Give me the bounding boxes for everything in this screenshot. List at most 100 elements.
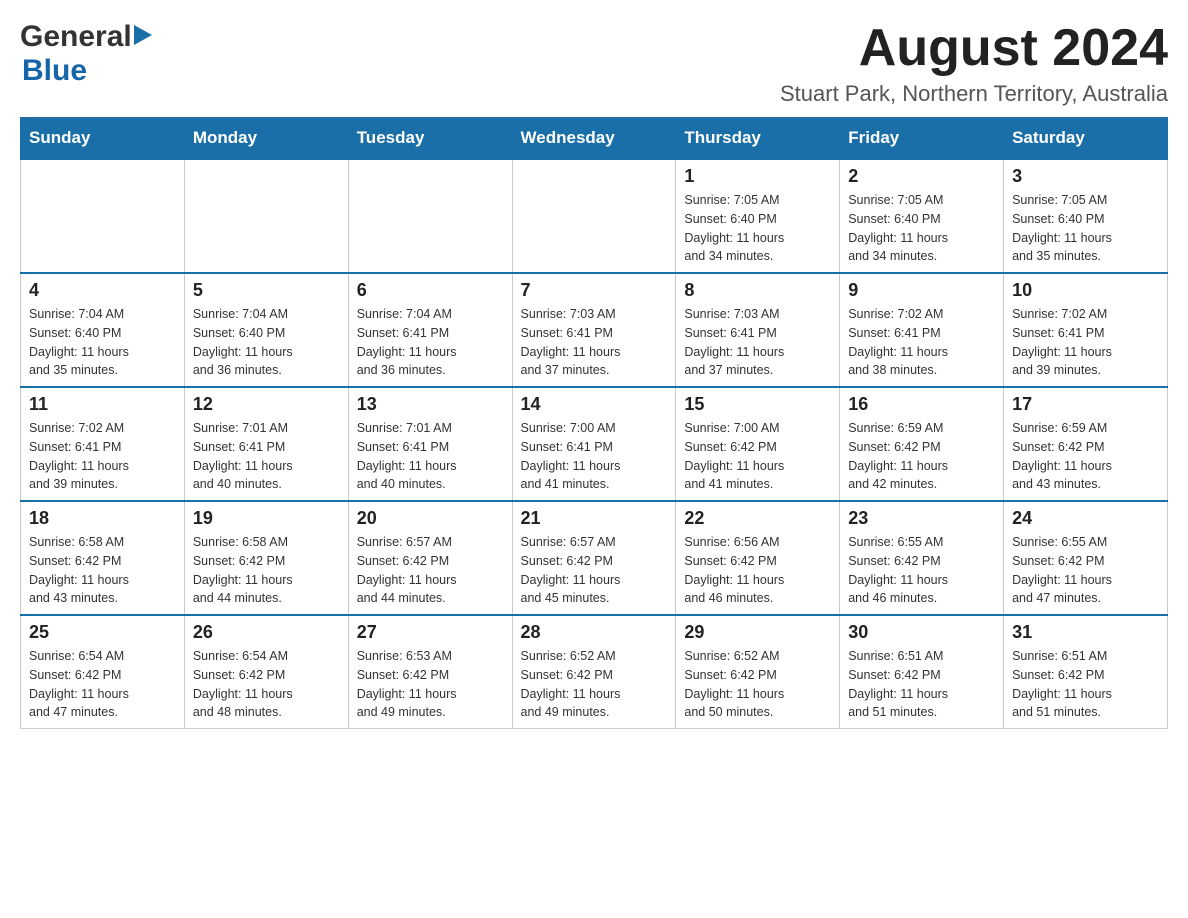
day-number: 13 [357, 394, 504, 415]
day-number: 5 [193, 280, 340, 301]
calendar-day-24: 24 Sunrise: 6:55 AMSunset: 6:42 PMDayligh… [1004, 501, 1168, 615]
calendar-day-empty-0-1 [184, 159, 348, 273]
day-number: 24 [1012, 508, 1159, 529]
calendar-day-27: 27 Sunrise: 6:53 AMSunset: 6:42 PMDayligh… [348, 615, 512, 729]
day-info: Sunrise: 7:02 AMSunset: 6:41 PMDaylight:… [848, 305, 995, 380]
calendar-day-14: 14 Sunrise: 7:00 AMSunset: 6:41 PMDayligh… [512, 387, 676, 501]
day-number: 6 [357, 280, 504, 301]
day-number: 27 [357, 622, 504, 643]
day-info: Sunrise: 6:54 AMSunset: 6:42 PMDaylight:… [29, 647, 176, 722]
calendar-week-1: 1Sunrise: 7:05 AMSunset: 6:40 PMDaylight… [21, 159, 1168, 273]
day-info: Sunrise: 6:59 AMSunset: 6:42 PMDaylight:… [848, 419, 995, 494]
day-info: Sunrise: 6:57 AMSunset: 6:42 PMDaylight:… [521, 533, 668, 608]
day-number: 20 [357, 508, 504, 529]
calendar-day-9: 9 Sunrise: 7:02 AMSunset: 6:41 PMDaylight… [840, 273, 1004, 387]
day-number: 31 [1012, 622, 1159, 643]
day-info: Sunrise: 7:05 AMSunset: 6:40 PMDaylight:… [684, 191, 831, 266]
calendar-table: SundayMondayTuesdayWednesdayThursdayFrid… [20, 117, 1168, 729]
day-info: Sunrise: 7:01 AMSunset: 6:41 PMDaylight:… [193, 419, 340, 494]
calendar-day-12: 12 Sunrise: 7:01 AMSunset: 6:41 PMDayligh… [184, 387, 348, 501]
calendar-day-16: 16 Sunrise: 6:59 AMSunset: 6:42 PMDayligh… [840, 387, 1004, 501]
day-info: Sunrise: 6:52 AMSunset: 6:42 PMDaylight:… [684, 647, 831, 722]
calendar-day-25: 25 Sunrise: 6:54 AMSunset: 6:42 PMDayligh… [21, 615, 185, 729]
title-section: August 2024 Stuart Park, Northern Territ… [780, 20, 1168, 107]
day-info: Sunrise: 6:54 AMSunset: 6:42 PMDaylight:… [193, 647, 340, 722]
calendar-day-4: 4 Sunrise: 7:04 AMSunset: 6:40 PMDaylight… [21, 273, 185, 387]
day-info: Sunrise: 7:00 AMSunset: 6:42 PMDaylight:… [684, 419, 831, 494]
calendar-day-28: 28Sunrise: 6:52 AMSunset: 6:42 PMDayligh… [512, 615, 676, 729]
day-info: Sunrise: 6:55 AMSunset: 6:42 PMDaylight:… [1012, 533, 1159, 608]
calendar-day-21: 21Sunrise: 6:57 AMSunset: 6:42 PMDayligh… [512, 501, 676, 615]
calendar-day-11: 11 Sunrise: 7:02 AMSunset: 6:41 PMDayligh… [21, 387, 185, 501]
day-number: 30 [848, 622, 995, 643]
day-number: 14 [521, 394, 668, 415]
day-info: Sunrise: 7:05 AMSunset: 6:40 PMDaylight:… [1012, 191, 1159, 266]
calendar-header-tuesday: Tuesday [348, 118, 512, 160]
day-number: 9 [848, 280, 995, 301]
calendar-day-1: 1Sunrise: 7:05 AMSunset: 6:40 PMDaylight… [676, 159, 840, 273]
day-number: 28 [521, 622, 668, 643]
calendar-day-empty-0-3 [512, 159, 676, 273]
page-header: General Blue August 2024 Stuart Park, No… [20, 20, 1168, 107]
calendar-week-5: 25 Sunrise: 6:54 AMSunset: 6:42 PMDayligh… [21, 615, 1168, 729]
calendar-header-sunday: Sunday [21, 118, 185, 160]
day-number: 25 [29, 622, 176, 643]
calendar-header-saturday: Saturday [1004, 118, 1168, 160]
day-number: 7 [521, 280, 668, 301]
day-number: 23 [848, 508, 995, 529]
day-number: 19 [193, 508, 340, 529]
day-number: 3 [1012, 166, 1159, 187]
logo-arrow-icon [134, 25, 152, 50]
day-info: Sunrise: 6:53 AMSunset: 6:42 PMDaylight:… [357, 647, 504, 722]
day-info: Sunrise: 6:51 AMSunset: 6:42 PMDaylight:… [1012, 647, 1159, 722]
location-title: Stuart Park, Northern Territory, Austral… [780, 81, 1168, 107]
day-info: Sunrise: 6:59 AMSunset: 6:42 PMDaylight:… [1012, 419, 1159, 494]
day-info: Sunrise: 7:03 AMSunset: 6:41 PMDaylight:… [684, 305, 831, 380]
logo: General Blue [20, 20, 152, 88]
day-number: 4 [29, 280, 176, 301]
day-number: 8 [684, 280, 831, 301]
day-number: 29 [684, 622, 831, 643]
day-info: Sunrise: 6:55 AMSunset: 6:42 PMDaylight:… [848, 533, 995, 608]
calendar-header-friday: Friday [840, 118, 1004, 160]
calendar-day-empty-0-2 [348, 159, 512, 273]
calendar-day-17: 17 Sunrise: 6:59 AMSunset: 6:42 PMDayligh… [1004, 387, 1168, 501]
calendar-week-2: 4 Sunrise: 7:04 AMSunset: 6:40 PMDaylight… [21, 273, 1168, 387]
calendar-day-31: 31 Sunrise: 6:51 AMSunset: 6:42 PMDayligh… [1004, 615, 1168, 729]
calendar-day-19: 19 Sunrise: 6:58 AMSunset: 6:42 PMDayligh… [184, 501, 348, 615]
logo-blue-text: Blue [22, 54, 87, 88]
day-number: 16 [848, 394, 995, 415]
day-info: Sunrise: 7:01 AMSunset: 6:41 PMDaylight:… [357, 419, 504, 494]
calendar-day-6: 6 Sunrise: 7:04 AMSunset: 6:41 PMDaylight… [348, 273, 512, 387]
day-info: Sunrise: 7:02 AMSunset: 6:41 PMDaylight:… [1012, 305, 1159, 380]
day-number: 10 [1012, 280, 1159, 301]
calendar-header-thursday: Thursday [676, 118, 840, 160]
day-number: 18 [29, 508, 176, 529]
calendar-day-2: 2Sunrise: 7:05 AMSunset: 6:40 PMDaylight… [840, 159, 1004, 273]
day-number: 15 [684, 394, 831, 415]
calendar-day-22: 22Sunrise: 6:56 AMSunset: 6:42 PMDayligh… [676, 501, 840, 615]
day-info: Sunrise: 6:58 AMSunset: 6:42 PMDaylight:… [29, 533, 176, 608]
day-number: 2 [848, 166, 995, 187]
calendar-day-8: 8 Sunrise: 7:03 AMSunset: 6:41 PMDaylight… [676, 273, 840, 387]
calendar-day-29: 29 Sunrise: 6:52 AMSunset: 6:42 PMDayligh… [676, 615, 840, 729]
day-number: 17 [1012, 394, 1159, 415]
calendar-week-4: 18 Sunrise: 6:58 AMSunset: 6:42 PMDayligh… [21, 501, 1168, 615]
day-info: Sunrise: 6:56 AMSunset: 6:42 PMDaylight:… [684, 533, 831, 608]
calendar-day-5: 5Sunrise: 7:04 AMSunset: 6:40 PMDaylight… [184, 273, 348, 387]
calendar-day-3: 3 Sunrise: 7:05 AMSunset: 6:40 PMDaylight… [1004, 159, 1168, 273]
day-info: Sunrise: 6:57 AMSunset: 6:42 PMDaylight:… [357, 533, 504, 608]
logo-general-text: General [20, 20, 132, 54]
calendar-day-7: 7Sunrise: 7:03 AMSunset: 6:41 PMDaylight… [512, 273, 676, 387]
day-info: Sunrise: 6:58 AMSunset: 6:42 PMDaylight:… [193, 533, 340, 608]
day-number: 11 [29, 394, 176, 415]
day-number: 12 [193, 394, 340, 415]
day-info: Sunrise: 7:02 AMSunset: 6:41 PMDaylight:… [29, 419, 176, 494]
day-info: Sunrise: 7:04 AMSunset: 6:41 PMDaylight:… [357, 305, 504, 380]
day-info: Sunrise: 7:04 AMSunset: 6:40 PMDaylight:… [29, 305, 176, 380]
calendar-day-10: 10 Sunrise: 7:02 AMSunset: 6:41 PMDayligh… [1004, 273, 1168, 387]
month-title: August 2024 [780, 20, 1168, 77]
calendar-day-18: 18 Sunrise: 6:58 AMSunset: 6:42 PMDayligh… [21, 501, 185, 615]
day-info: Sunrise: 7:00 AMSunset: 6:41 PMDaylight:… [521, 419, 668, 494]
day-number: 26 [193, 622, 340, 643]
